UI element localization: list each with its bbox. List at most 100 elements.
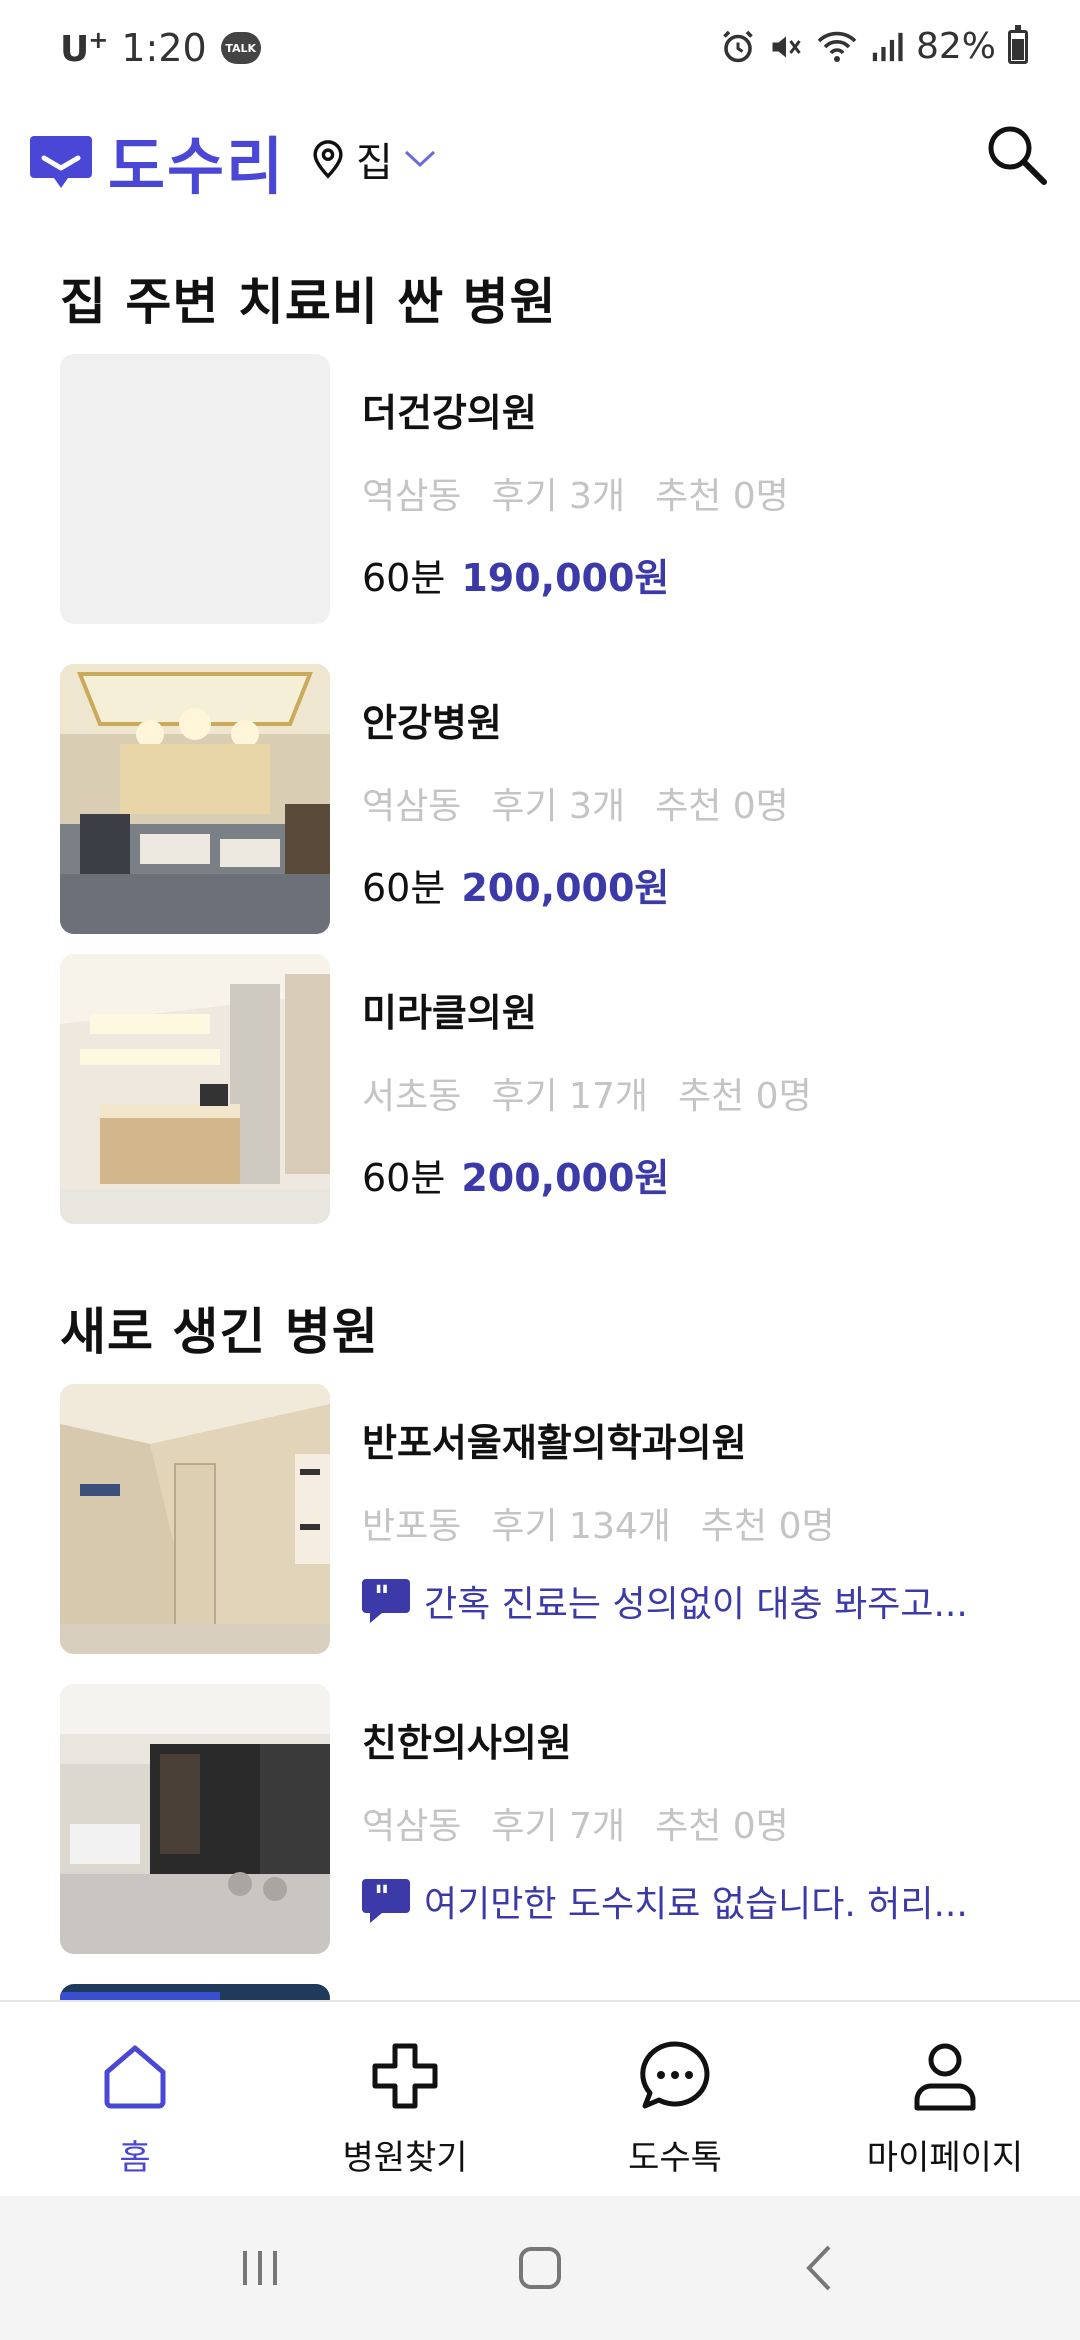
wifi-icon <box>817 31 857 62</box>
review-text: 여기만한 도수치료 없습니다. 허리... <box>424 1884 968 1925</box>
carrier-text: U <box>60 29 89 70</box>
hospital-recommend: 추천 0명 <box>655 1806 789 1847</box>
lobby-photo-illustration <box>60 664 330 934</box>
bottom-navigation: 홈 병원찾기 도수톡 마이페이지 <box>0 2000 1080 2196</box>
hospital-info: 친한의사의원 역삼동 후기 7개 추천 0명 " 여기만한 도수치료 없습니다.… <box>362 1712 1080 1927</box>
location-selector[interactable]: 집 <box>310 130 437 188</box>
status-left: U+ 1:20 TALK <box>60 26 261 70</box>
svg-text:": " <box>374 1880 390 1915</box>
next-hospital-thumbnail-partial[interactable] <box>60 1984 330 2000</box>
location-label: 집 <box>356 140 393 186</box>
system-navigation-bar <box>0 2196 1080 2340</box>
hospital-info: 미라클의원 서초동 후기 17개 추천 0명 60분 200,000원 <box>362 982 1080 1202</box>
hospital-name: 미라클의원 <box>362 991 537 1035</box>
hospital-area: 반포동 <box>362 1506 462 1547</box>
home-icon <box>104 2045 166 2109</box>
hospital-reviews: 후기 134개 <box>491 1506 671 1547</box>
hospital-name: 반포서울재활의학과의원 <box>362 1421 747 1465</box>
treatment-duration: 60분 <box>362 556 446 600</box>
quote-icon: " <box>362 1879 410 1923</box>
hospital-recommend: 추천 0명 <box>700 1506 835 1547</box>
alarm-icon <box>723 30 753 62</box>
price-row: 60분 200,000원 <box>362 1147 1080 1202</box>
hospital-info: 안강병원 역삼동 후기 3개 추천 0명 60분 200,000원 <box>362 692 1080 912</box>
hospital-area: 서초동 <box>362 1076 462 1117</box>
hospital-name: 친한의사의원 <box>362 1721 572 1765</box>
nav-mypage-label: 마이페이지 <box>866 2138 1024 2178</box>
hospital-recommend: 추천 0명 <box>655 786 789 827</box>
section-title-cheap: 집 주변 치료비 싼 병원 <box>60 273 557 331</box>
hospital-photo-lounge <box>60 1684 330 1954</box>
hospital-card[interactable]: 안강병원 역삼동 후기 3개 추천 0명 60분 200,000원 <box>60 664 1040 934</box>
review-snippet: " 여기만한 도수치료 없습니다. 허리... <box>362 1875 1080 1927</box>
hospital-meta: 역삼동 후기 3개 추천 0명 <box>362 467 1080 519</box>
location-pin-icon <box>313 140 343 179</box>
hospital-info: 더건강의원 역삼동 후기 3개 추천 0명 60분 190,000원 <box>362 382 1080 602</box>
carrier-label: U+ <box>60 26 108 70</box>
hospital-reviews: 후기 3개 <box>491 786 626 827</box>
hospital-thumbnail-placeholder <box>60 354 330 624</box>
review-snippet: " 간혹 진료는 성의없이 대충 봐주고... <box>362 1575 1080 1627</box>
status-right: 82% <box>720 24 1028 67</box>
mute-icon <box>772 36 801 57</box>
status-bar: U+ 1:20 TALK 82% <box>0 0 1080 100</box>
app-logo[interactable]: 도수리 <box>28 116 285 206</box>
hospital-meta: 역삼동 후기 7개 추천 0명 <box>362 1797 1080 1849</box>
nav-find-hospital[interactable]: 병원찾기 <box>270 2002 540 2196</box>
chevron-down-icon <box>404 150 435 168</box>
hospital-reviews: 후기 17개 <box>491 1076 648 1117</box>
review-text: 간혹 진료는 성의없이 대충 봐주고... <box>424 1584 968 1625</box>
hospital-area: 역삼동 <box>362 786 462 827</box>
chat-bubble-icon <box>640 2041 710 2109</box>
hospital-area: 역삼동 <box>362 476 462 517</box>
hospital-card[interactable]: 미라클의원 서초동 후기 17개 추천 0명 60분 200,000원 <box>60 954 1040 1224</box>
hospital-meta: 반포동 후기 134개 추천 0명 <box>362 1497 1080 1549</box>
person-icon <box>914 2043 976 2111</box>
talk-notification-icon: TALK <box>220 32 261 64</box>
hospital-meta: 역삼동 후기 3개 추천 0명 <box>362 777 1080 829</box>
lounge-photo-illustration <box>60 1684 330 1954</box>
hospital-name: 안강병원 <box>362 701 502 745</box>
app-header: 도수리 집 <box>0 100 1080 220</box>
recent-apps-icon[interactable] <box>225 2233 295 2303</box>
battery-icon <box>1008 24 1028 64</box>
signal-icon <box>872 32 903 61</box>
hospital-reviews: 후기 7개 <box>491 1806 626 1847</box>
nav-dosutalk[interactable]: 도수톡 <box>540 2002 810 2196</box>
battery-percent: 82% <box>915 26 996 67</box>
battery-level <box>1012 38 1024 60</box>
hospital-area: 역삼동 <box>362 1806 462 1847</box>
carrier-plus: + <box>88 26 108 54</box>
svg-text:": " <box>374 1580 390 1615</box>
hospital-photo-lobby <box>60 664 330 934</box>
hospital-recommend: 추천 0명 <box>655 476 789 517</box>
hospital-photo-hallway <box>60 1384 330 1654</box>
hospital-recommend: 추천 0명 <box>678 1076 812 1117</box>
hospital-card[interactable]: 친한의사의원 역삼동 후기 7개 추천 0명 " 여기만한 도수치료 없습니다.… <box>60 1684 1040 1954</box>
hospital-card[interactable]: 더건강의원 역삼동 후기 3개 추천 0명 60분 190,000원 <box>60 354 1040 624</box>
logo-mark-icon <box>30 136 92 188</box>
nav-home-label: 홈 <box>119 2138 151 2178</box>
hospital-photo-reception <box>60 954 330 1224</box>
price-row: 60분 190,000원 <box>362 547 1080 602</box>
next-thumb-accent <box>60 1992 220 2000</box>
back-icon[interactable] <box>785 2233 855 2303</box>
hospital-reviews: 후기 3개 <box>491 476 626 517</box>
treatment-price: 190,000원 <box>461 556 670 600</box>
nav-mypage[interactable]: 마이페이지 <box>810 2002 1080 2196</box>
price-row: 60분 200,000원 <box>362 857 1080 912</box>
treatment-duration: 60분 <box>362 1156 446 1200</box>
plus-cross-icon <box>372 2043 438 2109</box>
app-name: 도수리 <box>108 130 286 203</box>
reception-photo-illustration <box>60 954 330 1224</box>
hospital-meta: 서초동 후기 17개 추천 0명 <box>362 1067 1080 1119</box>
hallway-photo-illustration <box>60 1384 330 1654</box>
search-icon[interactable] <box>982 120 1052 190</box>
hospital-name: 더건강의원 <box>362 391 537 435</box>
hospital-card[interactable]: 반포서울재활의학과의원 반포동 후기 134개 추천 0명 " 간혹 진료는 성… <box>60 1384 1040 1654</box>
home-button-icon[interactable] <box>505 2233 575 2303</box>
quote-icon: " <box>362 1579 410 1623</box>
nav-home[interactable]: 홈 <box>0 2002 270 2196</box>
hospital-info: 반포서울재활의학과의원 반포동 후기 134개 추천 0명 " 간혹 진료는 성… <box>362 1412 1080 1627</box>
clock: 1:20 <box>121 26 207 70</box>
